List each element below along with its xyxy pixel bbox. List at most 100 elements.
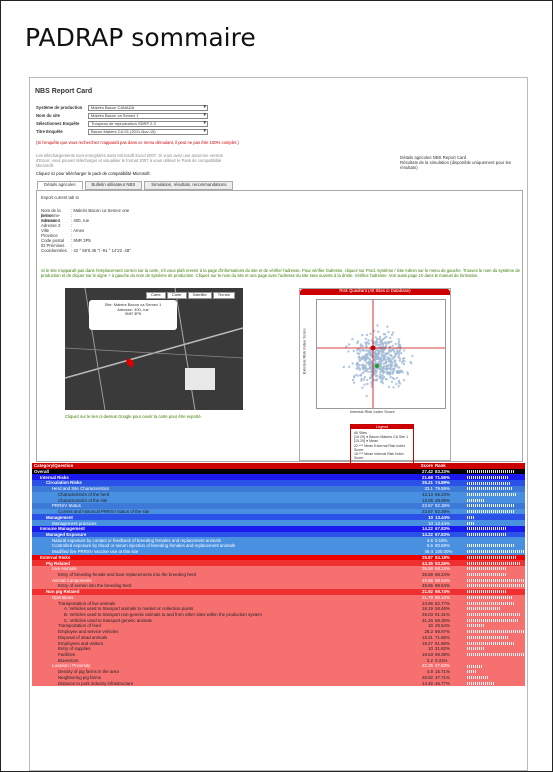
table-row: Entry of semen into the breeding herd 49.… — [32, 583, 525, 589]
scatter-point — [389, 336, 392, 340]
table-row: Location / Proximity 22.25 27.83% — [32, 663, 525, 669]
scatter-point — [362, 349, 366, 352]
row-category: C. Vehicles used to transport genetic an… — [64, 617, 152, 623]
row-score: 31.26 — [422, 617, 433, 623]
rank-bar — [467, 675, 525, 679]
export-link[interactable]: Export current tab to — [41, 195, 79, 201]
row-category: Entry of breeding female and boar replac… — [58, 571, 196, 577]
rank-bar — [467, 498, 525, 502]
scatter-point — [370, 368, 373, 372]
scatter-point — [375, 343, 378, 346]
rank-bar-fill — [467, 624, 485, 628]
rank-bar-fill — [467, 561, 522, 565]
form-select[interactable]: Bacon Makers CA S1 (2011-Nov-15) — [88, 129, 208, 135]
compat-pack-link[interactable]: Cliquez ici pour télécharger le pack de … — [36, 171, 151, 177]
rank-bar — [467, 653, 525, 657]
legend-item: 15.*** Mean Internal Risk Index Score — [354, 451, 404, 460]
scatter-point — [391, 371, 394, 374]
scatter-point — [366, 370, 370, 374]
row-category: Managed Exposure — [46, 531, 87, 537]
satellite-button[interactable]: Satellite — [187, 292, 212, 299]
rank-bar-fill — [467, 630, 525, 634]
scatter-point — [357, 374, 360, 377]
form-label: Titre Enquête — [36, 128, 63, 134]
tab-farm-details[interactable]: Détails agricoles — [37, 181, 83, 190]
rank-bar — [467, 641, 525, 645]
row-score: 49.55 — [422, 577, 433, 583]
form-row: Nom du site Maleirs Bacon ca Semez 1 — [36, 112, 266, 120]
scatter-point — [393, 367, 396, 370]
address-help-text: Si le site n'apparaît pas dans l'emplace… — [41, 268, 520, 278]
row-score: 28.2 — [424, 629, 433, 635]
table-row: B. Vehicles used to transport non-geneti… — [32, 611, 525, 618]
info-value: : 400, rue — [71, 218, 90, 223]
row-score: 23.67 — [422, 509, 433, 515]
rank-bar-fill — [467, 475, 509, 479]
rank-bar — [467, 573, 525, 577]
table-row: Live Animals 35.59 68.24% — [32, 565, 525, 572]
scatter-point — [379, 347, 382, 350]
scatter-point — [406, 373, 410, 376]
scatter-point — [384, 361, 387, 365]
rank-bar — [467, 584, 525, 588]
form-select[interactable]: Troupeau de reproduction SDRP 2.3 — [88, 121, 208, 127]
row-category: Transportation of feed — [58, 623, 101, 629]
tab-simulation[interactable]: Simulation, résultats, recommandations — [144, 181, 234, 190]
rank-bar-fill — [467, 595, 514, 599]
scatter-point — [385, 378, 388, 381]
rank-bar-fill — [467, 578, 525, 582]
rank-bar-fill — [467, 618, 519, 622]
row-rank: 81.88% — [435, 640, 450, 646]
scatter-point — [384, 356, 387, 359]
scatter-point — [369, 377, 372, 380]
scatter-point — [359, 350, 362, 353]
form-row: Titre Enquête Bacon Makers CA S1 (2011-No… — [36, 128, 266, 136]
scatter-point — [400, 352, 403, 355]
scatter-point — [362, 363, 365, 366]
row-score: 21.92 — [422, 589, 433, 595]
row-rank: 58.46% — [435, 606, 450, 612]
scatter-point — [389, 357, 392, 361]
tab-nbs-bulletin[interactable]: Bulletin utilisateur NBS — [84, 181, 143, 190]
map-button[interactable]: Carte — [145, 292, 166, 299]
map-view[interactable]: Carte Carte Satellite Terrain Site: Male… — [65, 288, 243, 410]
slide-title: PADRAP sommaire — [25, 23, 256, 52]
row-rank: 98.54% — [435, 577, 450, 583]
legend-item: 22.*** Mean External Risk Index Score — [354, 443, 406, 452]
form-select[interactable]: Maleirs Bacon CANADA — [88, 105, 208, 111]
rank-bar — [467, 578, 525, 582]
scatter-point — [374, 355, 377, 359]
row-rank: 68.24% — [435, 571, 450, 577]
info-label: Coordonnées — [41, 248, 67, 253]
scatter-point — [363, 376, 366, 379]
row-category: Overall — [34, 469, 49, 475]
scatter-point — [383, 370, 386, 374]
form-select[interactable]: Maleirs Bacon ca Semez 1 — [88, 113, 208, 119]
rank-bar — [467, 481, 525, 485]
map-button[interactable]: Carte — [166, 292, 187, 299]
scatter-point — [392, 348, 395, 351]
rank-bar — [467, 555, 525, 559]
row-rank: 98.39% — [435, 652, 450, 658]
scatter-point — [351, 337, 354, 341]
table-body: Overall 27.42 83.23% Internal Risks 21.68 71.… — [32, 468, 525, 687]
rank-bar — [467, 658, 525, 662]
row-category: Animal Components — [52, 577, 92, 583]
table-row: Immune Management 14.22 67.83% — [32, 525, 525, 532]
row-rank: 15.71% — [435, 669, 450, 675]
rank-bar-fill — [467, 635, 509, 639]
simulation-results-link[interactable]: Résultats de la simulation (disponible u… — [400, 160, 520, 171]
rank-bar-fill — [467, 584, 525, 588]
scatter-point — [398, 340, 401, 343]
rank-bar-fill — [467, 521, 475, 525]
row-category: B. Vehicles used to transport non-geneti… — [64, 612, 262, 618]
scatter-point — [361, 344, 364, 348]
scatter-point — [374, 336, 377, 339]
row-score: 18.21 — [422, 634, 433, 640]
selection-form: Système de production Maleirs Bacon CANAD… — [36, 104, 266, 136]
legend-title: Legend — [351, 425, 413, 430]
terrain-button[interactable]: Terrain — [212, 292, 235, 299]
table-row: Circulation Risks 25.21 74.89% — [32, 480, 525, 486]
row-rank: 100.00% — [435, 549, 453, 555]
scatter-point — [380, 341, 383, 344]
